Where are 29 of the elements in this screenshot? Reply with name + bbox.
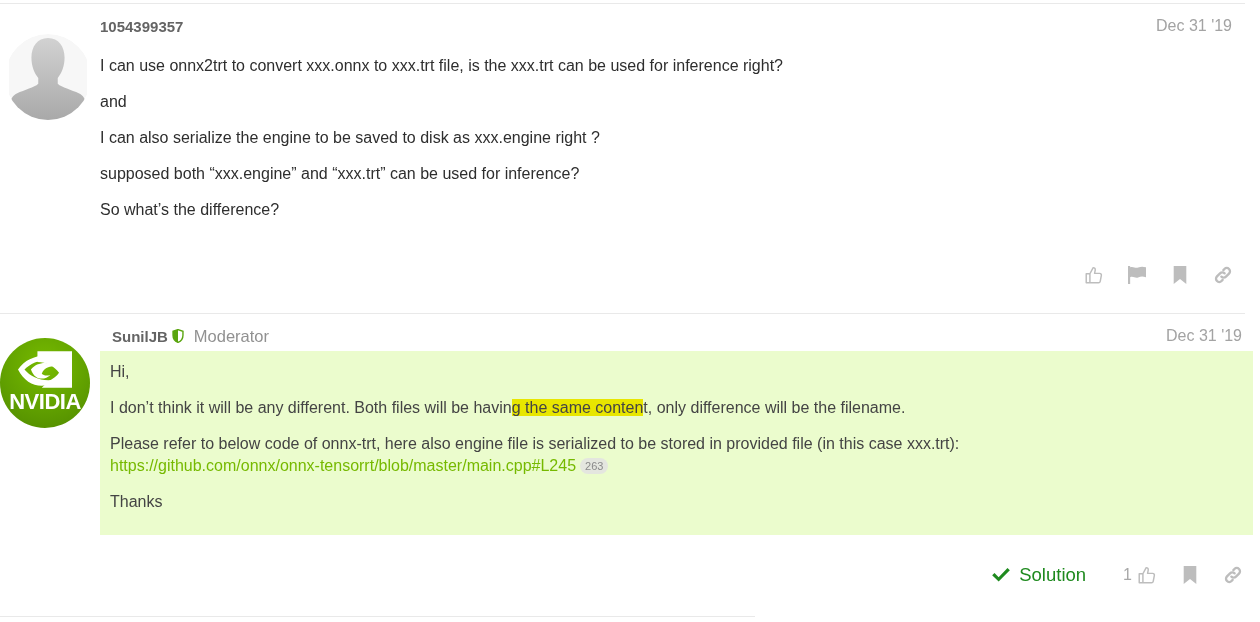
- click-count-badge: 263: [580, 458, 609, 474]
- post-paragraph: and: [100, 92, 128, 112]
- post-date[interactable]: Dec 31 '19: [1166, 327, 1242, 345]
- post-paragraph: Thanks: [110, 492, 164, 512]
- solution-button[interactable]: Solution: [984, 558, 1095, 592]
- post-paragraph: I can also serialize the engine to be saved to disk as xxx.engine right ?: [100, 128, 601, 148]
- checkmark-icon: [992, 568, 1011, 582]
- bookmark-icon: [1171, 266, 1189, 284]
- bookmark-icon: [1181, 566, 1199, 584]
- avatar-logo-text: NVIDIA: [9, 391, 81, 413]
- post-paragraph: Please refer to below code of onnx-trt, here also engine file is serialized to be stored in provided file (in this case xxx.trt):: [110, 434, 961, 454]
- link-icon: [1224, 566, 1242, 584]
- username[interactable]: SunilJB: [112, 327, 168, 345]
- post-date[interactable]: Dec 31 '19: [1156, 17, 1232, 35]
- like-button[interactable]: 1: [1115, 558, 1164, 592]
- eye-logo-icon: [18, 351, 72, 388]
- thumbs-up-icon: [1085, 266, 1103, 284]
- user-role: Moderator: [193, 326, 270, 346]
- username[interactable]: 1054399357: [100, 17, 184, 35]
- flag-icon: [1128, 266, 1146, 284]
- user-avatar[interactable]: [9, 34, 87, 120]
- thumbs-up-icon: [1138, 566, 1156, 584]
- post-paragraph: So what’s the difference?: [100, 200, 281, 220]
- post-paragraph: Hi,: [110, 362, 131, 382]
- link-icon: [1214, 266, 1232, 284]
- post-paragraph: I can use onnx2trt to convert xxx.onnx to xxx.trt file, is the xxx.trt can be used for inference right?: [100, 56, 784, 76]
- post-paragraph: supposed both “xxx.engine” and “xxx.trt” can be used for inference?: [100, 164, 581, 184]
- user-avatar[interactable]: NVIDIA: [0, 338, 90, 428]
- github-link[interactable]: https://github.com/onnx/onnx-tensorrt/blob/master/main.cpp#L245: [110, 455, 577, 477]
